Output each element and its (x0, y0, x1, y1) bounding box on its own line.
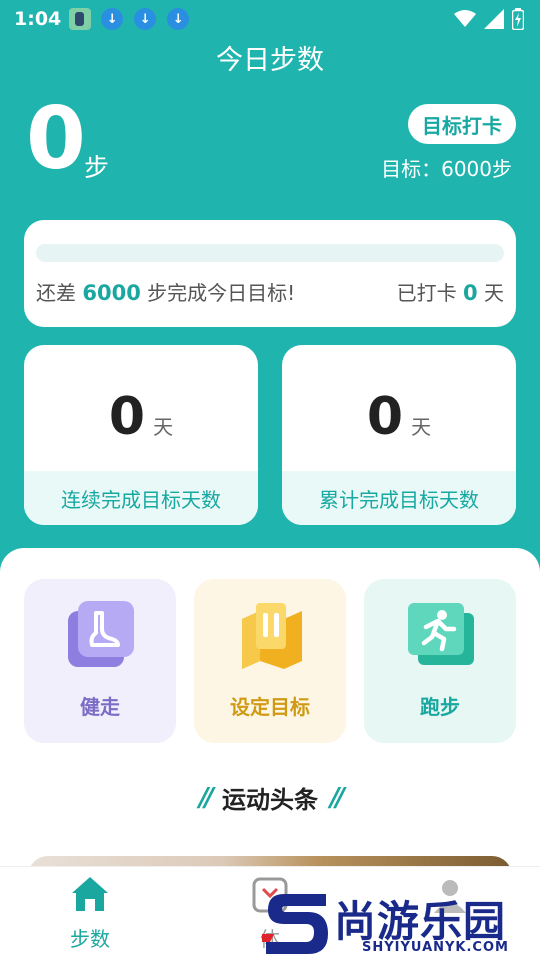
nav-item-steps[interactable]: 步数 (30, 875, 150, 952)
status-bar: 1:04 ↓ ↓ ↓ (0, 0, 540, 38)
download-icon: ↓ (134, 8, 157, 30)
goal-text: 目标：6000步 (381, 157, 512, 181)
total-days-value: 0 (366, 387, 404, 447)
walking-shoe-icon (68, 601, 134, 667)
news-heading: // 运动头条 // (0, 780, 540, 815)
total-days-card: 0天 累计完成目标天数 (282, 345, 516, 525)
step-unit: 步 (84, 153, 110, 182)
running-man-icon (408, 603, 474, 665)
consecutive-days-label: 连续完成目标天数 (24, 471, 258, 525)
watermark-url: SHYIYUANYK.COM (362, 940, 509, 955)
remaining-value: 6000 (82, 281, 141, 305)
watermark-logo-icon (262, 894, 328, 954)
walk-button[interactable]: 健走 (24, 579, 176, 743)
slash-decoration-icon: // (330, 782, 345, 813)
total-days-label: 累计完成目标天数 (282, 471, 516, 525)
download-icon: ↓ (101, 8, 124, 30)
goal-checkin-button[interactable]: 目标打卡 (408, 104, 516, 144)
news-title: 运动头条 (222, 786, 318, 814)
set-goal-label: 设定目标 (230, 695, 310, 719)
wifi-icon (454, 10, 476, 27)
status-time: 1:04 (14, 8, 62, 30)
consecutive-days-unit: 天 (153, 415, 174, 439)
checkin-days-value: 0 (463, 281, 478, 305)
progress-card: 还差 6000 步完成今日目标! 已打卡 0 天 (24, 220, 516, 327)
set-goal-button[interactable]: 设定目标 (194, 579, 346, 743)
watermark: 尚游乐园 SHYIYUANYK.COM (262, 884, 540, 960)
consecutive-days-value: 0 (108, 387, 146, 447)
checkin-days-text: 已打卡 0 天 (396, 281, 504, 305)
run-label: 跑步 (420, 695, 460, 719)
app-notification-icon (69, 8, 92, 30)
walk-label: 健走 (80, 695, 120, 719)
run-button[interactable]: 跑步 (364, 579, 516, 743)
consecutive-days-card: 0天 连续完成目标天数 (24, 345, 258, 525)
signal-icon (484, 9, 504, 29)
home-icon (72, 877, 108, 911)
slash-decoration-icon: // (199, 782, 214, 813)
download-icon: ↓ (167, 8, 190, 30)
total-days-unit: 天 (411, 415, 432, 439)
nav-label-steps: 步数 (70, 927, 110, 951)
step-count: 0 (26, 89, 86, 189)
remaining-text: 还差 6000 步完成今日目标! (36, 281, 296, 305)
battery-icon (512, 8, 524, 30)
progress-bar (36, 244, 504, 262)
page-title: 今日步数 (216, 45, 324, 76)
goal-map-icon (242, 603, 302, 669)
